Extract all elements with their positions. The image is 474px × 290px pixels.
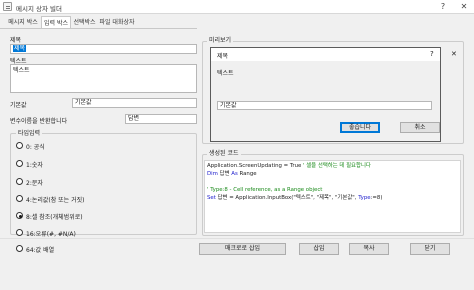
radio-label: 1:숫자 <box>26 162 43 169</box>
code-editor[interactable]: Application.ScreenUpdating = True ' 셀을 선… <box>204 160 461 233</box>
app-icon <box>3 2 12 11</box>
tab-divider <box>0 28 197 29</box>
code-line: Dim 답변 As Range <box>207 170 458 178</box>
radio-button[interactable] <box>16 195 23 202</box>
code-text: :=8) <box>370 195 383 201</box>
window-title: 메시지 상자 빌더 <box>16 5 62 13</box>
radio-label: 4:논리값(참 또는 거짓) <box>26 197 85 204</box>
input-type-legend: 타입입력 <box>16 128 43 137</box>
close-button[interactable]: 닫기 <box>410 243 450 255</box>
insert-as-macro-button[interactable]: 매크로로 삽입 <box>199 243 286 255</box>
close-window-button[interactable]: ✕ <box>458 1 470 12</box>
code-line: Application.ScreenUpdating = True ' 셀을 선… <box>207 162 458 170</box>
return-var-input[interactable]: 답변 <box>125 114 197 124</box>
radio-label: 2:문자 <box>26 180 43 187</box>
radio-button-selected[interactable] <box>16 212 23 219</box>
title-input-value: 제목 <box>13 45 27 52</box>
radio-label: 0: 공식 <box>26 144 45 151</box>
preview-message: 텍스트 <box>217 70 234 77</box>
insert-button[interactable]: 삽입 <box>299 243 339 255</box>
title-input[interactable]: 제목 <box>10 44 197 54</box>
code-keyword: Dim <box>207 171 218 177</box>
preview-ok-button: 좋습니다 <box>340 122 380 133</box>
default-input[interactable]: 기본값 <box>72 98 197 108</box>
radio-label: 8:셀 참조(개체범위로) <box>26 214 83 221</box>
title-label: 제목 <box>10 37 22 44</box>
code-text: Application.ScreenUpdating = True <box>207 163 302 169</box>
title-bar <box>0 0 474 14</box>
radio-label: 64:값 배열 <box>26 247 55 254</box>
default-label: 기본값 <box>10 102 27 109</box>
copy-button[interactable]: 복사 <box>349 243 389 255</box>
preview-cancel-button: 취소 <box>400 122 440 133</box>
help-button[interactable]: ? <box>437 1 449 12</box>
radio-button[interactable] <box>16 229 23 236</box>
code-text: 답변 = Application.InputBox("텍스트", "제목", "… <box>215 195 359 201</box>
generated-code-legend: 생성된 코드 <box>207 148 241 157</box>
radio-button[interactable] <box>16 245 23 252</box>
preview-legend: 미리보기 <box>207 35 234 44</box>
code-keyword: Set <box>207 195 216 201</box>
radio-button[interactable] <box>16 142 23 149</box>
radio-button[interactable] <box>16 178 23 185</box>
footer-divider <box>0 238 474 239</box>
code-text: Range <box>237 171 257 177</box>
code-comment: ' 셀을 선택하는 데 필요합니다 <box>303 163 371 169</box>
code-line: Set 답변 = Application.InputBox("텍스트", "제목… <box>207 194 458 202</box>
preview-dialog-title: 제목 <box>217 53 229 60</box>
preview-input: 기본값 <box>217 101 432 110</box>
preview-close-icon: ✕ <box>451 50 457 58</box>
return-var-label: 변수이름을 반환합니다 <box>10 118 68 125</box>
preview-title-bar <box>211 48 440 61</box>
preview-help-icon: ? <box>430 50 434 58</box>
radio-button[interactable] <box>16 160 23 167</box>
code-keyword: Type <box>358 195 371 201</box>
radio-label: 16:오류(#, #N/A) <box>26 231 76 238</box>
code-text: 답변 <box>217 171 232 177</box>
message-textarea[interactable]: 텍스트 <box>10 64 197 93</box>
code-comment-line: ' Type:8 - Cell reference, as a Range ob… <box>207 187 323 193</box>
